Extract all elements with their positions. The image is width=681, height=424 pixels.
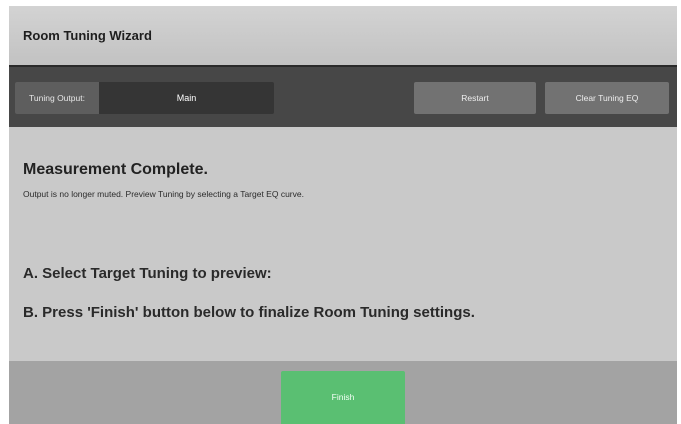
- window-title: Room Tuning Wizard: [23, 28, 152, 43]
- instruction-step-a: A. Select Target Tuning to preview:: [23, 265, 272, 282]
- finish-button[interactable]: Finish: [281, 371, 405, 424]
- instruction-step-b: B. Press 'Finish' button below to finali…: [23, 304, 475, 321]
- toolbar: Tuning Output: Main Restart Clear Tuning…: [9, 67, 677, 127]
- status-heading: Measurement Complete.: [23, 161, 208, 178]
- tuning-output-value[interactable]: Main: [99, 82, 274, 114]
- title-bar: Room Tuning Wizard: [9, 6, 677, 67]
- status-description: Output is no longer muted. Preview Tunin…: [23, 189, 304, 199]
- main-content: Measurement Complete. Output is no longe…: [9, 127, 677, 361]
- clear-tuning-eq-button[interactable]: Clear Tuning EQ: [545, 82, 669, 114]
- footer-bar: Finish: [9, 361, 677, 424]
- tuning-output-label: Tuning Output:: [15, 82, 99, 114]
- room-tuning-wizard: Room Tuning Wizard Tuning Output: Main R…: [9, 6, 677, 424]
- restart-button[interactable]: Restart: [414, 82, 536, 114]
- tuning-output-selector: Tuning Output: Main: [15, 82, 274, 114]
